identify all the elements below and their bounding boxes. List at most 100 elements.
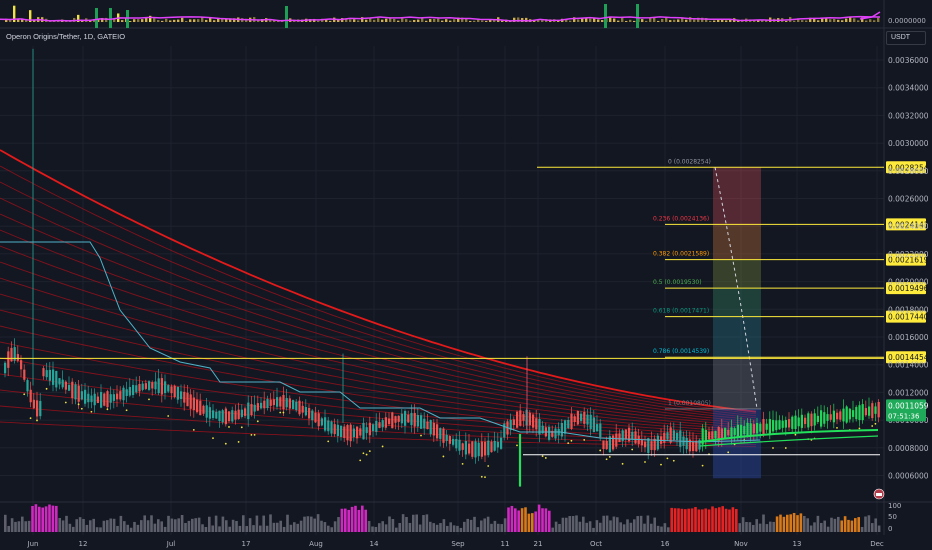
candle-body bbox=[144, 383, 147, 389]
candle-body bbox=[394, 416, 397, 423]
price-axis-label: 0.0006000 bbox=[888, 472, 929, 481]
top-indicator-bar bbox=[625, 20, 628, 22]
top-indicator-bar bbox=[453, 19, 456, 22]
top-indicator-bar bbox=[601, 20, 604, 22]
volume-bar bbox=[826, 526, 830, 532]
volume-bar bbox=[364, 509, 367, 532]
volume-bar bbox=[639, 515, 643, 532]
candle-body bbox=[132, 384, 135, 395]
volume-bar bbox=[510, 505, 514, 532]
candle-body bbox=[583, 412, 586, 424]
candle-body bbox=[442, 428, 445, 443]
candle-body bbox=[58, 378, 61, 385]
candle-body bbox=[676, 432, 679, 441]
candle-body bbox=[352, 428, 355, 438]
volume-bar bbox=[497, 523, 500, 532]
volume-bar bbox=[201, 524, 204, 532]
volume-bar bbox=[218, 526, 221, 532]
candle-body bbox=[852, 410, 855, 417]
volume-bar bbox=[333, 521, 337, 532]
candle-body bbox=[234, 410, 237, 420]
volume-bar bbox=[820, 522, 823, 532]
time-axis-label: 17 bbox=[242, 540, 251, 548]
candle-body bbox=[343, 426, 346, 438]
signal-dot bbox=[621, 462, 624, 465]
top-indicator-green-bar bbox=[109, 8, 112, 28]
volume-bar bbox=[877, 525, 881, 532]
volume-bar bbox=[663, 523, 667, 532]
top-indicator-bar bbox=[725, 20, 728, 22]
volume-bar bbox=[313, 518, 316, 532]
signal-dot bbox=[192, 428, 195, 431]
candle-body bbox=[634, 431, 637, 444]
volume-bar bbox=[429, 521, 432, 532]
volume-bar bbox=[10, 518, 14, 532]
candle-body bbox=[756, 422, 759, 434]
candle-body bbox=[368, 422, 371, 436]
volume-bar bbox=[575, 515, 578, 532]
volume-bar bbox=[799, 513, 803, 532]
candle-body bbox=[868, 406, 871, 416]
signal-dot bbox=[362, 452, 365, 455]
time-axis-label: 21 bbox=[534, 540, 543, 548]
top-indicator-bar bbox=[661, 18, 664, 22]
volume-bar bbox=[874, 518, 877, 532]
volume-bar bbox=[129, 527, 133, 532]
signal-dot bbox=[631, 448, 634, 451]
top-indicator-bar bbox=[137, 19, 140, 22]
top-indicator-bar bbox=[185, 20, 188, 22]
volume-bar bbox=[765, 524, 769, 532]
ribbon-curve bbox=[0, 149, 757, 413]
volume-bar bbox=[823, 520, 826, 532]
candle-body bbox=[100, 392, 103, 408]
candle-body bbox=[567, 420, 570, 429]
volume-bar bbox=[126, 524, 129, 532]
volume-bar bbox=[558, 523, 561, 532]
candle-body bbox=[797, 417, 800, 427]
candle-body bbox=[23, 369, 26, 380]
volume-bar bbox=[184, 523, 187, 532]
volume-bar bbox=[194, 518, 197, 532]
volume-bar bbox=[204, 526, 208, 532]
volume-bar bbox=[208, 516, 211, 532]
candle-body bbox=[679, 430, 682, 447]
volume-bar bbox=[446, 525, 449, 532]
currency-selector[interactable]: USDT bbox=[886, 31, 926, 45]
candle-body bbox=[311, 410, 314, 421]
volume-bar bbox=[354, 505, 357, 532]
top-indicator-bar bbox=[621, 18, 624, 22]
price-chart[interactable]: 0 (0.0028254) 0.236 (0.0024136) 0.382 (0.0… bbox=[0, 0, 932, 550]
signal-dot bbox=[45, 387, 48, 390]
signal-dot bbox=[660, 463, 662, 466]
chart-title: Operon Origins/Tether, 1D, GATEIO bbox=[6, 32, 126, 41]
volume-bar bbox=[439, 523, 442, 532]
volume-bar bbox=[119, 515, 123, 532]
volume-bar bbox=[456, 525, 459, 532]
signal-dot bbox=[224, 442, 227, 445]
price-axis-label: 0.0020000 bbox=[888, 278, 929, 287]
signal-dot bbox=[365, 453, 368, 456]
volume-bar bbox=[809, 525, 813, 532]
candle-body bbox=[490, 441, 493, 453]
candle-body bbox=[320, 418, 323, 426]
candle-body bbox=[496, 441, 499, 448]
volume-bar bbox=[4, 514, 7, 532]
candle-body bbox=[848, 408, 851, 420]
top-indicator-bar bbox=[833, 18, 836, 22]
candle-body bbox=[375, 420, 378, 432]
signal-dot bbox=[461, 462, 464, 465]
candle-body bbox=[349, 424, 352, 442]
volume-bar bbox=[738, 523, 741, 532]
top-indicator-bar bbox=[801, 20, 804, 22]
volume-bar bbox=[840, 520, 843, 532]
volume-bar bbox=[667, 527, 670, 532]
candle-body bbox=[586, 414, 589, 425]
signal-dot bbox=[23, 393, 26, 396]
candle-body bbox=[599, 423, 602, 438]
volume-bar bbox=[551, 527, 554, 532]
volume-bar bbox=[289, 524, 293, 532]
volume-bar bbox=[850, 520, 854, 532]
chart-window[interactable]: 0 (0.0028254) 0.236 (0.0024136) 0.382 (0.0… bbox=[0, 0, 932, 550]
volume-bar bbox=[854, 518, 857, 532]
volume-bar bbox=[61, 520, 65, 532]
